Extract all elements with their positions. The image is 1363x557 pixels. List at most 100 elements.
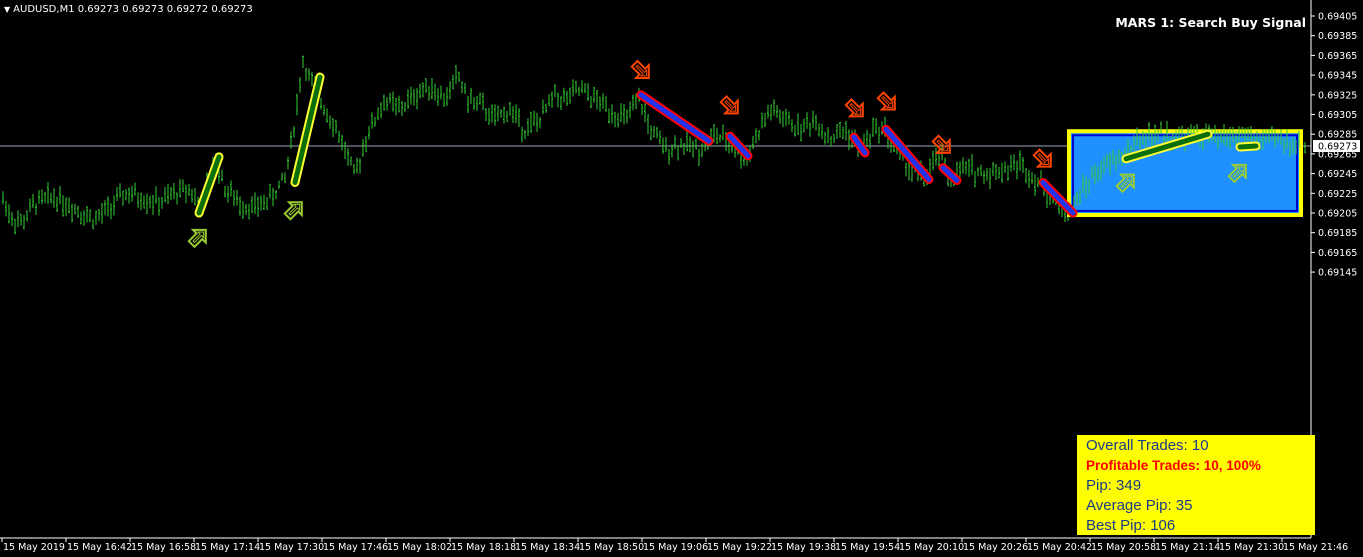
buy-trade-line <box>1235 141 1261 152</box>
y-tick-label: 0.69345 <box>1318 71 1357 82</box>
ohlc-bar <box>1022 157 1024 174</box>
ohlc-bar <box>590 96 592 109</box>
ohlc-bar <box>1001 162 1003 183</box>
ohlc-bar <box>1010 155 1012 172</box>
buy-trade-line <box>290 72 325 187</box>
ohlc-bar <box>92 219 94 230</box>
ohlc-bar <box>1028 170 1030 189</box>
stats-panel: Overall Trades: 10 Profitable Trades: 10… <box>1077 435 1315 535</box>
ohlc-bar <box>782 111 784 128</box>
sell-trade-line <box>849 132 870 158</box>
ohlc-bar <box>335 119 337 134</box>
ohlc-bar <box>182 179 184 192</box>
ohlc-bar <box>497 105 499 122</box>
ohlc-bar <box>1007 164 1009 181</box>
ohlc-bar <box>26 210 28 222</box>
ohlc-bar <box>341 134 343 151</box>
ohlc-bar <box>338 130 340 143</box>
ohlc-bar <box>416 88 418 110</box>
ohlc-bar <box>104 200 106 216</box>
ohlc-bar <box>761 112 763 129</box>
x-tick-label: 15 May 20:10 <box>899 542 964 553</box>
ohlc-bar <box>593 86 595 103</box>
ohlc-bar <box>413 88 415 106</box>
ohlc-bar <box>875 118 877 135</box>
ohlc-bar <box>476 96 478 111</box>
ohlc-bar <box>470 87 472 104</box>
ohlc-bar <box>155 186 157 204</box>
ohlc-bar <box>263 194 265 211</box>
ohlc-bar <box>965 161 967 175</box>
ohlc-bar <box>446 87 448 107</box>
ohlc-bar <box>791 119 793 133</box>
ohlc-bar <box>419 83 421 99</box>
ohlc-bar <box>800 124 802 142</box>
ohlc-bar <box>587 83 589 102</box>
ohlc-bar <box>287 156 289 170</box>
ohlc-bar <box>17 210 19 227</box>
ohlc-bar <box>1304 142 1306 154</box>
ohlc-bar <box>1025 168 1027 184</box>
ohlc-bar <box>626 109 628 124</box>
ohlc-bar <box>872 117 874 137</box>
ohlc-bar <box>311 71 313 87</box>
ohlc-bar <box>176 192 178 205</box>
ohlc-bar <box>602 93 604 110</box>
ohlc-bar <box>788 111 790 125</box>
ohlc-bar <box>128 187 130 204</box>
ohlc-bar <box>992 161 994 177</box>
ohlc-bar <box>221 169 223 181</box>
ohlc-bar <box>506 110 508 123</box>
ohlc-bar <box>812 110 814 129</box>
y-tick-label: 0.69185 <box>1318 228 1357 239</box>
ohlc-bar <box>824 131 826 145</box>
ohlc-bar <box>188 183 190 196</box>
ohlc-bar <box>878 126 880 144</box>
ohlc-bar <box>716 127 718 145</box>
ohlc-bar <box>47 181 49 204</box>
ohlc-bar <box>524 129 526 140</box>
ohlc-bar <box>818 123 820 137</box>
ohlc-bar <box>32 194 34 209</box>
ohlc-bar <box>119 183 121 198</box>
ohlc-bar <box>674 135 676 150</box>
x-tick-label: 15 May 19:22 <box>707 542 772 553</box>
ohlc-bar <box>305 67 307 82</box>
ohlc-bar <box>380 102 382 119</box>
ohlc-bar <box>485 108 487 122</box>
ohlc-bar <box>719 134 721 143</box>
ohlc-bar <box>362 139 364 157</box>
ohlc-bar <box>773 99 775 116</box>
ohlc-bar <box>89 209 91 223</box>
collapse-triangle-icon[interactable]: ▼ <box>4 5 10 14</box>
ohlc-bar <box>83 210 85 226</box>
ohlc-bar <box>479 92 481 105</box>
ohlc-bar <box>161 197 163 209</box>
ohlc-bar <box>65 197 67 217</box>
ohlc-bar <box>542 99 544 115</box>
ohlc-bar <box>1031 172 1033 185</box>
ohlc-bar <box>518 108 520 128</box>
ohlc-bar <box>503 106 505 124</box>
ohlc-bar <box>698 148 700 166</box>
y-tick-label: 0.69305 <box>1318 110 1357 121</box>
ohlc-bar <box>95 210 97 225</box>
ohlc-bar <box>329 115 331 129</box>
ohlc-bar <box>488 107 490 125</box>
y-tick-label: 0.69145 <box>1318 268 1357 279</box>
ohlc-bar <box>134 182 136 196</box>
ohlc-bar <box>407 89 409 109</box>
ohlc-bar <box>530 111 532 133</box>
ohlc-bar <box>68 197 70 213</box>
ohlc-bar <box>971 153 973 175</box>
ohlc-bar <box>659 130 661 145</box>
ohlc-bar <box>113 195 115 216</box>
ohlc-bar <box>713 124 715 143</box>
ohlc-bar <box>620 103 622 123</box>
ohlc-bar <box>80 211 82 225</box>
profitable-trades-label: Profitable Trades: 10, 100% <box>1086 458 1261 473</box>
ohlc-bar <box>548 94 550 107</box>
symbol-info-text: AUDUSD,M1 0.69273 0.69273 0.69272 0.6927… <box>13 4 253 15</box>
ohlc-bar <box>680 138 682 148</box>
x-tick-label: 15 May 17:30 <box>259 542 324 553</box>
